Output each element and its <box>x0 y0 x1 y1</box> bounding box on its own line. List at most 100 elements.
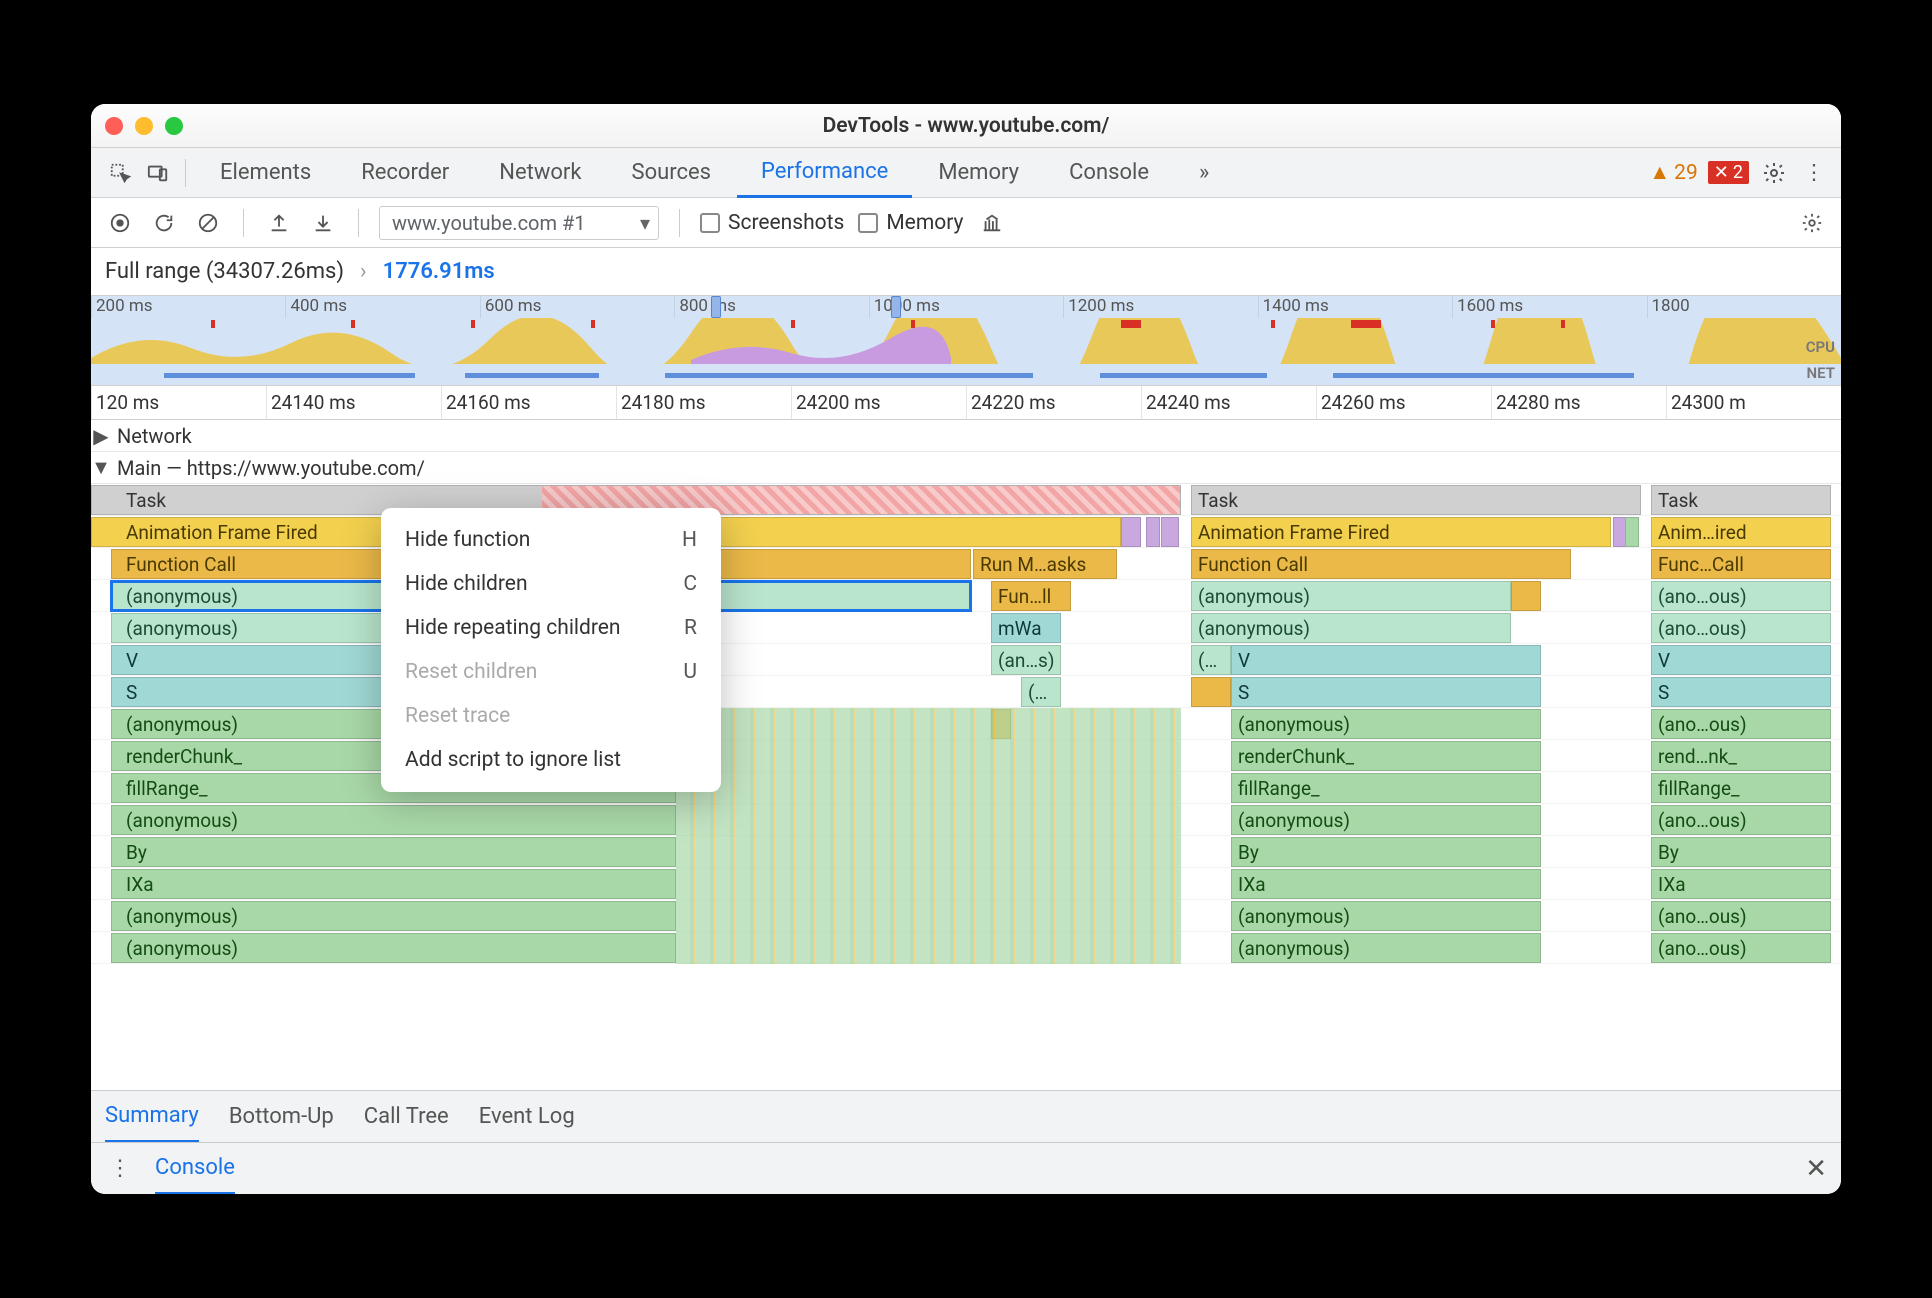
menu-hide-children[interactable]: Hide children C <box>381 562 721 606</box>
flame-block[interactable]: (… <box>1191 645 1231 675</box>
upload-button[interactable] <box>264 208 294 238</box>
tab-sources[interactable]: Sources <box>608 148 736 198</box>
menu-add-ignore-list[interactable]: Add script to ignore list <box>381 738 721 782</box>
record-button[interactable] <box>105 208 135 238</box>
flame-anonymous[interactable]: (ano…ous) <box>1651 581 1831 611</box>
inspect-element-icon[interactable] <box>103 156 137 190</box>
flame-anonymous[interactable]: (anonymous) <box>1231 933 1541 963</box>
flame-task[interactable]: Task <box>1651 485 1831 515</box>
menu-hide-function[interactable]: Hide function H <box>381 518 721 562</box>
tab-event-log[interactable]: Event Log <box>479 1091 575 1143</box>
garbage-collect-icon[interactable] <box>977 208 1007 238</box>
close-window-button[interactable] <box>105 117 123 135</box>
memory-checkbox[interactable]: Memory <box>858 211 963 235</box>
settings-gear-icon[interactable] <box>1759 158 1789 188</box>
flame-anonymous[interactable]: (anonymous) <box>1231 709 1541 739</box>
flame-anonymous[interactable]: (anonymous) <box>1231 901 1541 931</box>
breadcrumb-selection[interactable]: 1776.91ms <box>383 259 495 284</box>
flame-animation-frame[interactable]: Animation Frame Fired <box>1191 517 1611 547</box>
flame-block[interactable] <box>1511 581 1541 611</box>
flame-block[interactable]: (an…s) <box>991 645 1061 675</box>
collapse-icon[interactable]: ▼ <box>91 455 111 480</box>
minimize-window-button[interactable] <box>135 117 153 135</box>
flame-task[interactable]: Task <box>1191 485 1641 515</box>
flame-renderchunk[interactable]: renderChunk_ <box>1231 741 1541 771</box>
flame-v[interactable]: V <box>1231 645 1541 675</box>
flame-function-call[interactable]: Func…Call <box>1651 549 1831 579</box>
menu-hide-repeating[interactable]: Hide repeating children R <box>381 606 721 650</box>
flame-block[interactable]: Fun…ll <box>991 581 1071 611</box>
tab-summary[interactable]: Summary <box>105 1091 199 1143</box>
tab-console[interactable]: Console <box>1045 148 1173 198</box>
tab-memory[interactable]: Memory <box>914 148 1043 198</box>
tab-bottom-up[interactable]: Bottom-Up <box>229 1091 334 1143</box>
flame-anonymous[interactable]: (ano…ous) <box>1651 613 1831 643</box>
flame-anonymous[interactable]: (anonymous) <box>111 805 676 835</box>
kebab-menu-icon[interactable]: ⋮ <box>1799 158 1829 188</box>
flame-anonymous[interactable]: (anonymous) <box>1231 805 1541 835</box>
clear-button[interactable] <box>193 208 223 238</box>
drawer-kebab-icon[interactable]: ⋮ <box>105 1154 135 1184</box>
screenshots-checkbox[interactable]: Screenshots <box>700 211 844 235</box>
flame-block[interactable] <box>1146 517 1160 547</box>
flame-ixa[interactable]: IXa <box>111 869 676 899</box>
tab-network[interactable]: Network <box>475 148 605 198</box>
titlebar: DevTools - www.youtube.com/ <box>91 104 1841 148</box>
reload-button[interactable] <box>149 208 179 238</box>
tab-call-tree[interactable]: Call Tree <box>364 1091 449 1143</box>
flame-anonymous[interactable]: (anonymous) <box>111 901 676 931</box>
flame-anonymous[interactable]: (ano…ous) <box>1651 901 1831 931</box>
maximize-window-button[interactable] <box>165 117 183 135</box>
errors-badge[interactable]: ✕ 2 <box>1708 161 1749 184</box>
flame-by[interactable]: By <box>1651 837 1831 867</box>
error-icon: ✕ <box>1714 162 1729 183</box>
flame-renderchunk[interactable]: rend…nk_ <box>1651 741 1831 771</box>
flame-block[interactable]: (… <box>1021 677 1061 707</box>
drawer-close-icon[interactable]: ✕ <box>1805 1154 1827 1184</box>
flame-v[interactable]: V <box>1651 645 1831 675</box>
flame-anonymous[interactable]: (ano…ous) <box>1651 933 1831 963</box>
drawer-tab-console[interactable]: Console <box>155 1143 235 1195</box>
flame-ixa[interactable]: IXa <box>1231 869 1541 899</box>
flame-anonymous[interactable]: (anonymous) <box>111 933 676 963</box>
flame-block[interactable] <box>1625 517 1639 547</box>
flame-function-call[interactable]: Function Call <box>1191 549 1571 579</box>
flame-s[interactable]: S <box>1231 677 1541 707</box>
flame-chart-area[interactable]: ▶ Network ▼ Main — https://www.youtube.c… <box>91 420 1841 1090</box>
tab-performance[interactable]: Performance <box>737 148 912 198</box>
flame-anonymous[interactable]: (anonymous) <box>1191 613 1511 643</box>
errors-count: 2 <box>1733 162 1743 183</box>
flame-block[interactable] <box>1121 517 1141 547</box>
flame-by[interactable]: By <box>111 837 676 867</box>
flame-fillrange[interactable]: fillRange_ <box>1231 773 1541 803</box>
detail-ruler[interactable]: 120 ms 24140 ms 24160 ms 24180 ms 24200 … <box>91 386 1841 420</box>
flame-block[interactable]: mWa <box>991 613 1061 643</box>
flame-anonymous[interactable]: (anonymous) <box>1191 581 1511 611</box>
timeline-overview[interactable]: 200 ms 400 ms 600 ms 800 ms 1000 ms 1200… <box>91 296 1841 386</box>
main-track-header[interactable]: ▼ Main — https://www.youtube.com/ <box>91 452 1841 484</box>
download-button[interactable] <box>308 208 338 238</box>
flame-block[interactable] <box>1191 677 1231 707</box>
capture-settings-gear-icon[interactable] <box>1797 208 1827 238</box>
dr-tick: 24180 ms <box>616 386 791 419</box>
flame-anonymous[interactable]: (ano…ous) <box>1651 709 1831 739</box>
flame-ixa[interactable]: IXa <box>1651 869 1831 899</box>
flame-anonymous[interactable]: (ano…ous) <box>1651 805 1831 835</box>
flame-animation-frame[interactable]: Anim…ired <box>1651 517 1831 547</box>
tab-recorder[interactable]: Recorder <box>337 148 473 198</box>
expand-icon[interactable]: ▶ <box>91 424 111 448</box>
recording-select[interactable]: www.youtube.com #1 <box>379 206 659 240</box>
flame-block[interactable] <box>991 709 1011 739</box>
flame-by[interactable]: By <box>1231 837 1541 867</box>
breadcrumb-full-range[interactable]: Full range (34307.26ms) <box>105 259 344 284</box>
flame-s[interactable]: S <box>1651 677 1831 707</box>
flame-run-microtasks[interactable]: Run M…asks <box>973 549 1117 579</box>
flame-fillrange[interactable]: fillRange_ <box>1651 773 1831 803</box>
device-toggle-icon[interactable] <box>141 156 175 190</box>
flame-block[interactable] <box>1161 517 1179 547</box>
flame-rows[interactable]: Task Task Task Animation Frame Fired Ani… <box>91 484 1841 964</box>
tabs-overflow-button[interactable]: » <box>1175 148 1233 198</box>
network-track-header[interactable]: ▶ Network <box>91 420 1841 452</box>
tab-elements[interactable]: Elements <box>196 148 335 198</box>
warnings-badge[interactable]: ▲ 29 <box>1649 161 1697 185</box>
